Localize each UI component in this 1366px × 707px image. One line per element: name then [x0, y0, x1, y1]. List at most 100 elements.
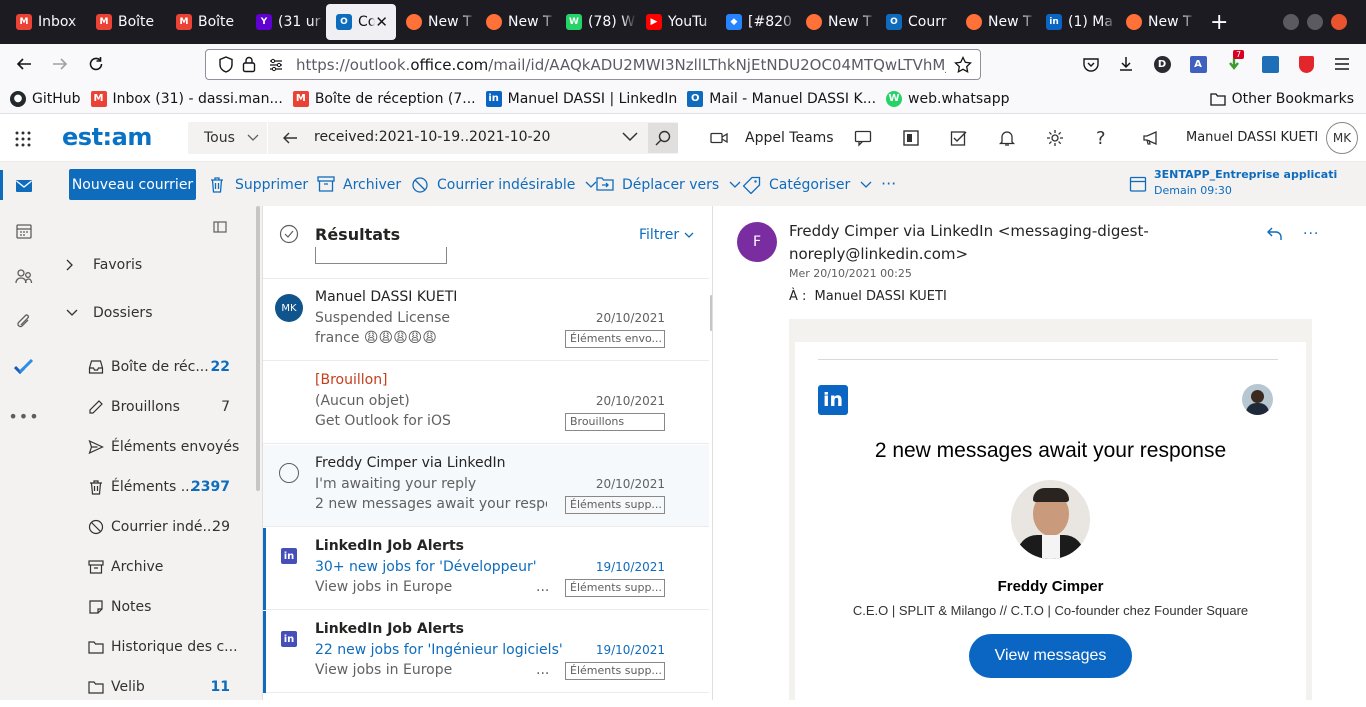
teams-call-button[interactable]: Appel Teams [710, 130, 834, 146]
select-all-checkbox[interactable] [279, 224, 299, 244]
tasks-icon[interactable] [950, 129, 968, 147]
translate-extension-icon[interactable]: A [1188, 54, 1208, 74]
linkedin-icon[interactable]: in [281, 631, 297, 647]
filter-button[interactable]: Filtrer [639, 227, 694, 243]
search-button[interactable] [648, 123, 678, 153]
attachment-icon[interactable] [14, 312, 34, 332]
search-scope-dropdown[interactable]: Tous [188, 122, 268, 154]
user-name[interactable]: Manuel DASSI KUETI [1186, 130, 1318, 145]
extension-d-icon[interactable]: D [1152, 54, 1172, 74]
browser-tab[interactable]: W (78) W [556, 0, 636, 44]
browser-tab[interactable]: ▶ YouTu [636, 0, 716, 44]
reminder-calendar-icon[interactable] [1129, 175, 1147, 193]
browser-tab[interactable]: New T [396, 0, 476, 44]
select-message-checkbox[interactable] [279, 463, 299, 483]
reload-icon[interactable] [86, 54, 106, 74]
bookmark-item[interactable]: M Boîte de réception (7... [292, 90, 476, 107]
message-row[interactable]: Freddy Cimper via LinkedIn I'm awaiting y… [263, 445, 709, 527]
forward-icon[interactable] [50, 54, 70, 74]
categorize-button[interactable]: Catégoriser [743, 176, 872, 194]
browser-tab[interactable]: M Boîte [86, 0, 166, 44]
browser-tab[interactable]: New T [476, 0, 556, 44]
browser-tab[interactable]: M Inbox [6, 0, 86, 44]
maximize-window-icon[interactable] [1307, 14, 1323, 30]
close-window-icon[interactable] [1331, 14, 1347, 30]
people-icon[interactable] [14, 266, 34, 286]
bookmark-star-icon[interactable] [954, 56, 972, 74]
sender-line[interactable]: Freddy Cimper via LinkedIn <messaging-di… [789, 220, 1149, 266]
search-options-chevron-icon[interactable] [622, 132, 638, 142]
bookmark-item[interactable]: Wweb.whatsapp [886, 90, 1010, 107]
shield-icon[interactable] [218, 56, 234, 73]
recipient-avatar[interactable] [1242, 384, 1273, 415]
bookmark-item[interactable]: M Inbox (31) - dassi.man... [90, 90, 283, 107]
folder-item[interactable]: Boîte de réc... 22 [48, 347, 258, 387]
delete-button[interactable]: Supprimer [209, 176, 308, 194]
sender-avatar[interactable]: MK [275, 294, 303, 322]
browser-tab[interactable]: New T [1116, 0, 1196, 44]
app-launcher-icon[interactable] [14, 130, 32, 148]
help-icon[interactable]: ? [1096, 128, 1106, 149]
junk-button[interactable]: Courrier indésirable [411, 176, 597, 194]
download-helper-icon[interactable]: 7 [1224, 50, 1245, 74]
new-mail-button[interactable]: Nouveau courrier [69, 169, 196, 200]
browser-tab[interactable]: in (1) Ma [1036, 0, 1116, 44]
mail-icon[interactable] [14, 176, 34, 196]
person-photo[interactable] [1011, 480, 1090, 559]
folder-item[interactable]: Historique des c... [48, 627, 258, 667]
folder-item[interactable]: Archive [48, 547, 258, 587]
bookmark-item[interactable]: ● GitHub [10, 90, 81, 107]
new-tab-button[interactable]: + [1210, 10, 1228, 35]
browser-tab[interactable]: O Cou✕ [326, 4, 396, 40]
folder-item[interactable]: Brouillons 7 [48, 387, 258, 427]
message-tag[interactable]: Éléments supp... [565, 662, 665, 680]
estiam-logo[interactable]: est:am [62, 123, 152, 151]
todo-icon[interactable] [14, 357, 34, 377]
linkedin-icon[interactable]: in [281, 548, 297, 564]
chat-icon[interactable] [854, 129, 872, 147]
minimize-window-icon[interactable] [1283, 14, 1299, 30]
search-back-icon[interactable] [282, 130, 298, 146]
close-tab-icon[interactable]: ✕ [375, 13, 388, 31]
browser-tab[interactable]: Y (31 ur [246, 0, 326, 44]
reply-icon[interactable] [1266, 226, 1284, 242]
other-bookmarks[interactable]: Other Bookmarks [1209, 91, 1354, 107]
move-to-button[interactable]: Déplacer vers [596, 176, 741, 194]
browser-tab[interactable]: ◆ [#820 [716, 0, 796, 44]
bell-icon[interactable] [998, 129, 1016, 147]
folder-item[interactable]: Courrier indé... 29 [48, 507, 258, 547]
downloads-icon[interactable] [1116, 54, 1136, 74]
folder-item[interactable]: Éléments ... 2397 [48, 467, 258, 507]
browser-tab[interactable]: New T [796, 0, 876, 44]
collapse-pane-icon[interactable] [213, 221, 227, 233]
message-row[interactable]: in LinkedIn Job Alerts 30+ new jobs for 'D… [263, 528, 709, 610]
message-row[interactable]: [Brouillon] (Aucun objet) Get Outlook for … [263, 362, 709, 444]
user-avatar[interactable]: MK [1326, 122, 1358, 154]
folder-item[interactable]: Notes [48, 587, 258, 627]
search-input[interactable]: received:2021-10-19..2021-10-20 [314, 129, 550, 145]
person-name[interactable]: Freddy Cimper [795, 578, 1306, 595]
message-tag[interactable]: Éléments supp... [565, 579, 665, 597]
reminder-title[interactable]: 3ENTAPP_Entreprise applicati [1154, 168, 1360, 181]
folder-item[interactable]: Éléments envoyés [48, 427, 258, 467]
sender-avatar[interactable]: F [737, 222, 777, 262]
folders-section[interactable]: Dossiers [66, 305, 153, 321]
lock-icon[interactable] [242, 56, 256, 73]
permissions-icon[interactable] [268, 57, 284, 73]
folder-item[interactable]: Velib 11 [48, 667, 258, 707]
message-tag[interactable]: Éléments supp... [565, 496, 665, 514]
calendar-icon[interactable] [14, 221, 34, 241]
gear-icon[interactable] [1046, 129, 1064, 147]
hamburger-menu-icon[interactable] [1332, 54, 1352, 74]
message-tag[interactable]: Éléments envo... [565, 330, 665, 348]
bookmark-item[interactable]: in Manuel DASSI | LinkedIn [485, 90, 677, 107]
privacy-badger-icon[interactable] [1296, 54, 1316, 74]
more-commands-button[interactable]: ··· [881, 174, 896, 193]
url-bar[interactable]: https://outlook.office.com/mail/id/AAQkA… [205, 49, 981, 80]
more-actions-icon[interactable]: ··· [1303, 226, 1319, 242]
office-icon[interactable] [902, 129, 920, 147]
bookmark-item[interactable]: O Mail - Manuel DASSI K... [687, 90, 876, 107]
screenshot-extension-icon[interactable] [1260, 54, 1280, 74]
browser-tab[interactable]: O Courr [876, 0, 956, 44]
feedback-megaphone-icon[interactable] [1142, 129, 1160, 147]
